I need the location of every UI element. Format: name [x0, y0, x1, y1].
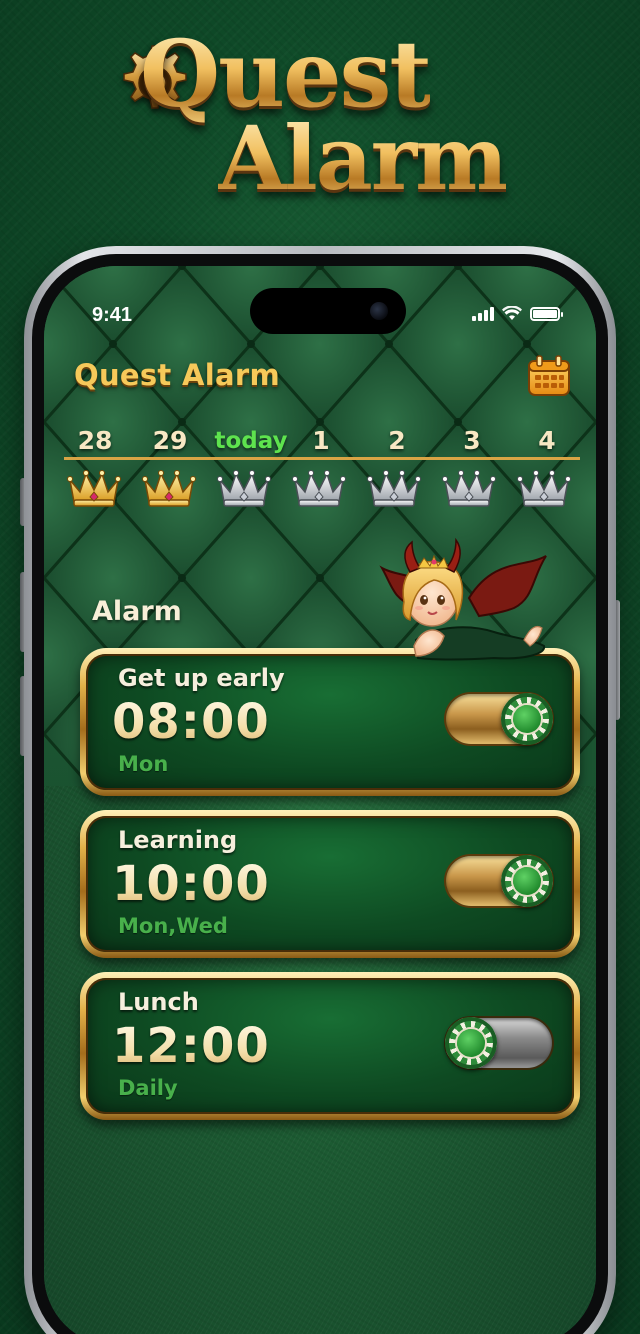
alarm-label: Lunch — [118, 988, 199, 1016]
poker-chip-knob-icon — [501, 855, 553, 907]
status-icons — [472, 306, 563, 321]
alarm-card-body: Learning 10:00 Mon,Wed — [86, 816, 574, 952]
silver-crown-icon — [367, 470, 421, 507]
wifi-icon — [502, 306, 522, 320]
date-strip: 28 29 today 1 2 3 4 — [64, 426, 580, 460]
app-screen: 9:41 Quest Alarm 28 29 today 1 2 3 4 Ala… — [44, 266, 596, 1334]
camera-icon — [370, 302, 388, 320]
alarm-time: 12:00 — [112, 1018, 270, 1074]
alarm-card[interactable]: Learning 10:00 Mon,Wed — [80, 810, 580, 958]
alarm-section-title: Alarm — [92, 596, 182, 627]
date-item[interactable]: 29 — [135, 426, 205, 455]
status-time: 9:41 — [92, 304, 133, 326]
alarm-label: Get up early — [118, 664, 285, 692]
status-bar: 9:41 — [44, 266, 596, 336]
silver-crown-icon — [217, 470, 271, 507]
gold-crown-icon — [142, 470, 196, 507]
date-item[interactable]: 3 — [437, 426, 507, 455]
gold-crown-icon — [67, 470, 121, 507]
app-logo: Quest Alarm — [100, 20, 540, 212]
alarm-toggle[interactable] — [446, 855, 553, 907]
date-item[interactable]: 2 — [362, 426, 432, 455]
alarm-repeat-days: Mon — [118, 752, 169, 776]
phone-bezel: 9:41 Quest Alarm 28 29 today 1 2 3 4 Ala… — [32, 254, 608, 1334]
date-item[interactable]: 1 — [286, 426, 356, 455]
silver-crown-icon — [292, 470, 346, 507]
phone-frame: 9:41 Quest Alarm 28 29 today 1 2 3 4 Ala… — [24, 246, 616, 1334]
alarm-time: 10:00 — [112, 856, 270, 912]
date-item[interactable]: 28 — [60, 426, 130, 455]
dynamic-island — [250, 288, 406, 334]
date-item[interactable]: 4 — [512, 426, 582, 455]
poker-chip-knob-icon — [501, 693, 553, 745]
logo-line-2: Alarm — [218, 106, 508, 210]
alarm-repeat-days: Daily — [118, 1076, 178, 1100]
calendar-button[interactable] — [526, 354, 572, 400]
battery-level — [533, 309, 557, 318]
silver-crown-icon — [517, 470, 571, 507]
cellular-signal-icon — [472, 306, 494, 321]
alarm-card[interactable]: Lunch 12:00 Daily — [80, 972, 580, 1120]
alarm-time: 08:00 — [112, 694, 270, 750]
devil-princess-mascot — [379, 537, 549, 661]
alarm-repeat-days: Mon,Wed — [118, 914, 228, 938]
battery-icon — [530, 306, 563, 321]
alarm-label: Learning — [118, 826, 238, 854]
alarm-card-body: Lunch 12:00 Daily — [86, 978, 574, 1114]
alarm-toggle[interactable] — [445, 1017, 552, 1069]
poker-chip-knob-icon — [445, 1017, 497, 1069]
date-item-today[interactable]: today — [211, 428, 291, 454]
alarm-toggle[interactable] — [446, 693, 553, 745]
daily-crowns — [64, 466, 580, 512]
silver-crown-icon — [442, 470, 496, 507]
calendar-icon — [528, 355, 570, 396]
page-title: Quest Alarm — [74, 358, 280, 392]
